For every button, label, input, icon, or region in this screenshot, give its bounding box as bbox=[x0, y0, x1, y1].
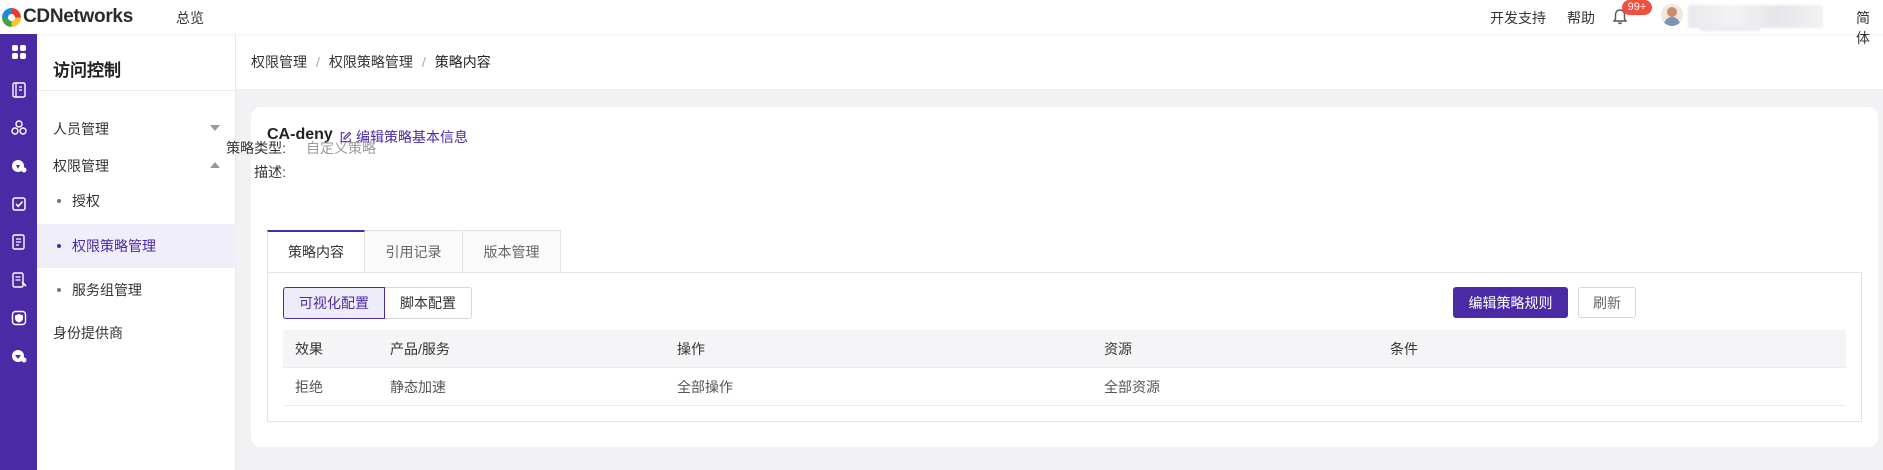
description-label: 描述: bbox=[254, 164, 286, 180]
network-icon[interactable] bbox=[0, 110, 37, 146]
top-bar: CDNetworks 总览 开发支持 帮助 99+ 简体 bbox=[0, 0, 1883, 46]
table-cell: 拒绝 bbox=[295, 378, 323, 395]
language-switch[interactable]: 简体 bbox=[1856, 8, 1883, 48]
bullet-icon bbox=[57, 288, 61, 292]
book-icon[interactable] bbox=[0, 72, 37, 108]
refresh-button[interactable]: 刷新 bbox=[1578, 287, 1636, 318]
chevron-down-icon bbox=[210, 125, 220, 131]
table-cell: 全部操作 bbox=[677, 378, 733, 395]
tab-policy-content[interactable]: 策略内容 bbox=[267, 230, 365, 273]
bullet-icon bbox=[57, 199, 61, 203]
sidebar-item-authorization[interactable]: 授权 bbox=[37, 179, 236, 223]
column-header: 条件 bbox=[1390, 340, 1418, 357]
cloud-icon[interactable] bbox=[0, 148, 37, 184]
visual-config-button[interactable]: 可视化配置 bbox=[283, 287, 385, 319]
sidebar: 访问控制 人员管理 权限管理 授权 权限策略管理 服务组管理 身份提供商 bbox=[37, 34, 236, 470]
policy-tabs: 策略内容 引用记录 版本管理 bbox=[267, 230, 561, 273]
sidebar-item-label: 人员管理 bbox=[53, 120, 109, 137]
bullet-icon bbox=[57, 244, 61, 248]
check-icon[interactable] bbox=[0, 186, 37, 222]
sidebar-title: 访问控制 bbox=[53, 61, 121, 80]
breadcrumb-item[interactable]: 权限管理 bbox=[251, 52, 307, 72]
nav-overview[interactable]: 总览 bbox=[176, 8, 204, 28]
security-icon[interactable] bbox=[0, 338, 37, 374]
policy-card: CA-deny 编辑策略基本信息 策略类型: 自定义策略 描述: 策略内容 引用… bbox=[226, 107, 1878, 447]
shield-icon[interactable] bbox=[0, 300, 37, 336]
sidebar-item-identity-provider[interactable]: 身份提供商 bbox=[37, 314, 236, 351]
breadcrumb: 权限管理 / 权限策略管理 / 策略内容 bbox=[236, 34, 1883, 90]
breadcrumb-item[interactable]: 权限策略管理 bbox=[329, 52, 413, 72]
icon-rail bbox=[0, 34, 37, 470]
sidebar-item-label: 授权 bbox=[72, 193, 100, 209]
sidebar-item-label: 服务组管理 bbox=[72, 282, 142, 298]
table-cell: 静态加速 bbox=[390, 378, 446, 395]
tab-panel: 可视化配置 脚本配置 编辑策略规则 刷新 效果 产品/服务 操作 资源 条件 拒… bbox=[267, 272, 1862, 422]
table-header: 效果 产品/服务 操作 资源 条件 bbox=[283, 330, 1846, 368]
script-config-button[interactable]: 脚本配置 bbox=[385, 287, 472, 319]
policy-type-label: 策略类型: bbox=[226, 140, 286, 156]
dev-support-link[interactable]: 开发支持 bbox=[1490, 8, 1546, 28]
breadcrumb-separator: / bbox=[421, 53, 426, 70]
sidebar-item-label: 身份提供商 bbox=[53, 324, 123, 341]
user-name-redacted[interactable] bbox=[1688, 5, 1823, 28]
column-header: 产品/服务 bbox=[390, 340, 450, 357]
column-header: 资源 bbox=[1104, 340, 1132, 357]
policy-type-value: 自定义策略 bbox=[306, 140, 376, 156]
sidebar-item-label: 权限管理 bbox=[53, 157, 109, 174]
tab-reference-records[interactable]: 引用记录 bbox=[365, 230, 463, 273]
user-account-redacted bbox=[1700, 26, 1760, 31]
sidebar-item-service-groups[interactable]: 服务组管理 bbox=[37, 268, 236, 312]
brand-name: CDNetworks bbox=[23, 6, 133, 27]
config-mode-switch: 可视化配置 脚本配置 bbox=[283, 287, 472, 319]
sidebar-item-policy-management[interactable]: 权限策略管理 bbox=[37, 224, 236, 268]
sidebar-divider bbox=[37, 90, 236, 91]
notification-badge: 99+ bbox=[1622, 0, 1652, 15]
avatar[interactable] bbox=[1661, 4, 1683, 26]
column-header: 效果 bbox=[295, 340, 323, 357]
brand-logo[interactable]: CDNetworks bbox=[2, 6, 133, 28]
table-cell: 全部资源 bbox=[1104, 378, 1160, 395]
document-icon[interactable] bbox=[0, 224, 37, 260]
logo-icon bbox=[2, 7, 21, 27]
rules-table: 效果 产品/服务 操作 资源 条件 拒绝 静态加速 全部操作 全部资源 bbox=[283, 330, 1846, 406]
apps-icon[interactable] bbox=[0, 34, 37, 70]
edit-rules-button[interactable]: 编辑策略规则 bbox=[1453, 287, 1568, 318]
tab-version-management[interactable]: 版本管理 bbox=[463, 230, 561, 273]
report-icon[interactable] bbox=[0, 262, 37, 298]
breadcrumb-separator: / bbox=[316, 53, 320, 70]
sidebar-item-label: 权限策略管理 bbox=[72, 238, 156, 254]
column-header: 操作 bbox=[677, 340, 705, 357]
help-link[interactable]: 帮助 bbox=[1567, 8, 1595, 28]
breadcrumb-current: 策略内容 bbox=[434, 53, 491, 70]
table-row: 拒绝 静态加速 全部操作 全部资源 bbox=[283, 368, 1846, 406]
